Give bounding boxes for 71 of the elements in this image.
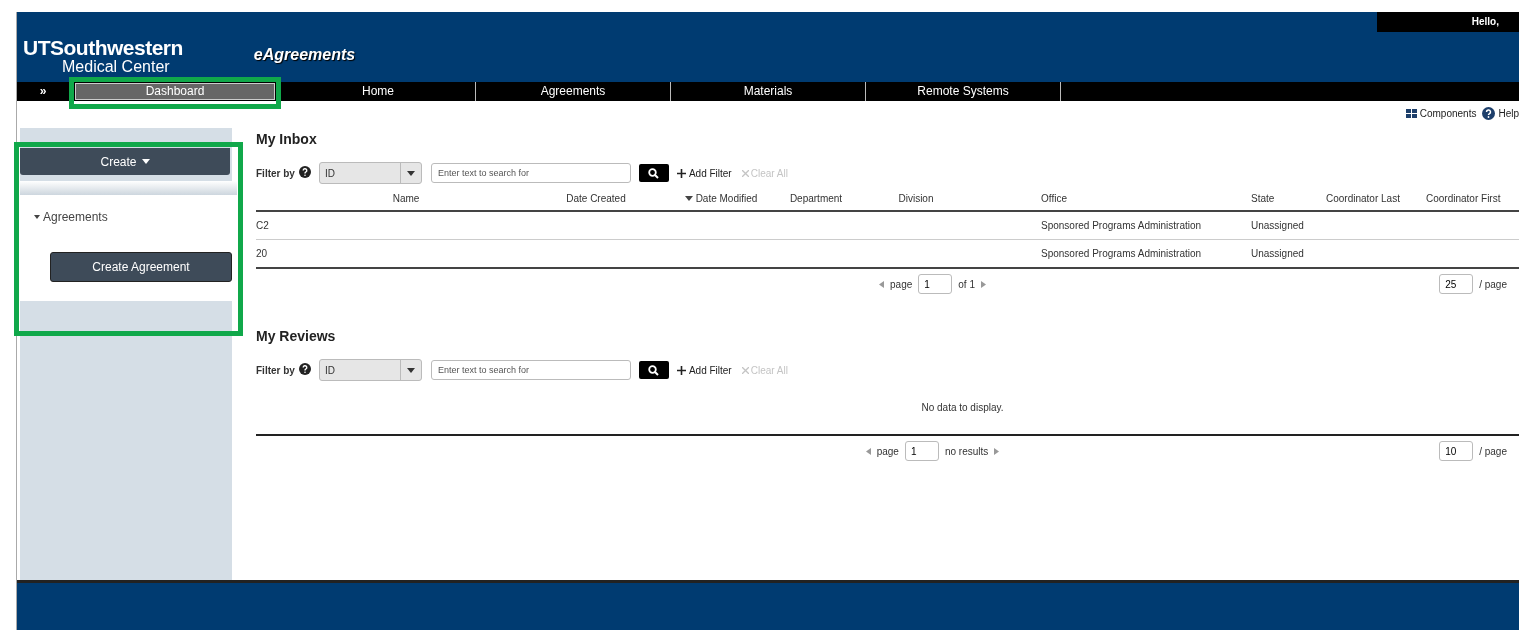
column-header[interactable]: State <box>1251 192 1326 204</box>
user-menu[interactable]: Hello, <box>1377 12 1519 32</box>
logo-text: UTSouthwestern <box>23 37 183 58</box>
section-title: My Inbox <box>256 131 318 148</box>
nav-tab[interactable]: Materials <box>671 81 866 101</box>
page-label: page <box>876 445 899 457</box>
caret-icon <box>34 215 40 220</box>
next-page-icon <box>980 280 986 288</box>
table-cell-text: Unassigned <box>1251 248 1305 260</box>
grid-icon <box>1405 108 1417 118</box>
components-link[interactable]: Components <box>1405 107 1477 119</box>
expand-toggle[interactable]: » <box>17 81 69 101</box>
table-cell-text: C2 <box>256 220 270 232</box>
caret-icon <box>406 367 415 373</box>
filter-select[interactable]: ID <box>318 162 422 185</box>
menu-section-toggle[interactable]: Agreements <box>34 210 235 225</box>
search-button[interactable] <box>638 361 669 380</box>
filter-select[interactable]: ID <box>318 359 422 382</box>
column-header[interactable]: Coordinator Last <box>1326 192 1426 204</box>
column-header[interactable]: Office <box>961 192 1251 204</box>
empty-message: No data to display. <box>920 402 1005 416</box>
column-header[interactable]: Name <box>301 192 511 204</box>
logo-subtitle: Medical Center <box>62 59 171 75</box>
page-total: of 1 <box>958 278 975 290</box>
nav-tab[interactable]: Agreements <box>476 81 671 101</box>
next-page-icon <box>994 447 1000 455</box>
column-header[interactable]: Department <box>761 192 871 204</box>
help-icon <box>1482 106 1496 120</box>
create-agreement-button[interactable]: Create Agreement <box>50 252 232 283</box>
search-icon <box>648 364 660 376</box>
table-cell-text: 20 <box>256 248 269 260</box>
caret-icon <box>141 159 150 165</box>
table-cell-text: Sponsored Programs Administration <box>1040 248 1203 260</box>
table-cell-text: Sponsored Programs Administration <box>1040 220 1203 232</box>
plus-icon <box>676 168 686 178</box>
nav-tab[interactable]: Home <box>281 81 476 101</box>
close-icon <box>741 366 749 374</box>
page-size-label: / page <box>1479 278 1507 290</box>
filter-label: Filter by <box>256 167 295 179</box>
section-title: My Reviews <box>256 328 337 345</box>
page-field[interactable]: 1 <box>918 274 953 295</box>
search-icon <box>648 167 660 179</box>
page-field[interactable]: 1 <box>904 441 939 462</box>
page-size-field[interactable]: 25 <box>1439 274 1474 295</box>
page-label: page <box>890 278 913 290</box>
help-link[interactable]: Help <box>1482 106 1519 120</box>
close-icon <box>741 169 749 177</box>
column-header[interactable]: Coordinator First <box>1426 192 1519 204</box>
help-icon <box>298 362 311 375</box>
column-header[interactable]: Division <box>871 192 961 204</box>
plus-icon <box>676 365 686 375</box>
search-field[interactable]: Enter text to search for <box>430 163 631 184</box>
nav-tab[interactable]: Remote Systems <box>866 81 1061 101</box>
add-filter-link[interactable]: Add Filter <box>676 364 732 376</box>
prev-page-icon <box>879 280 885 288</box>
page-size-label: / page <box>1479 445 1507 457</box>
add-filter-link[interactable]: Add Filter <box>676 167 732 179</box>
help-icon <box>298 165 311 178</box>
page-size-field[interactable]: 10 <box>1439 441 1474 462</box>
column-header[interactable]: Date Modified <box>681 192 761 204</box>
table-cell-text: Unassigned <box>1251 220 1305 232</box>
prev-page-icon <box>865 447 871 455</box>
page-total: no results <box>944 445 989 457</box>
search-button[interactable] <box>638 164 669 183</box>
caret-icon <box>406 170 415 176</box>
nav-tab[interactable]: Dashboard <box>75 82 275 100</box>
column-header[interactable]: Date Created <box>511 192 681 204</box>
create-button[interactable]: Create <box>20 148 230 176</box>
search-field[interactable]: Enter text to search for <box>430 360 631 381</box>
app-title: eAgreements <box>253 46 356 64</box>
filter-label: Filter by <box>256 364 295 376</box>
